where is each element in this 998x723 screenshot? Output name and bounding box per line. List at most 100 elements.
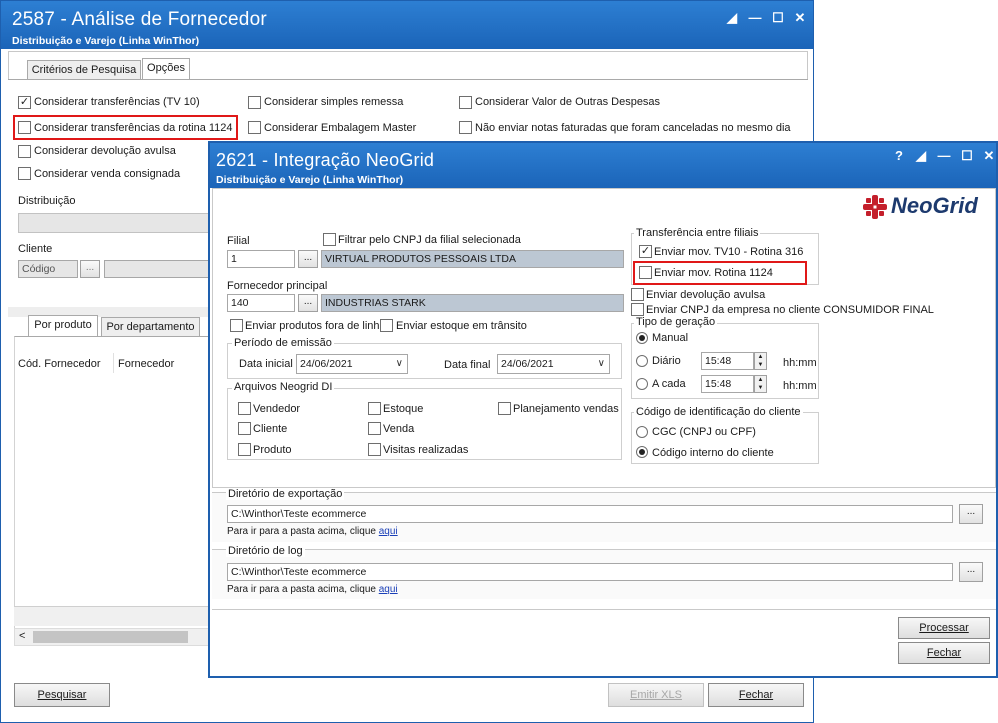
fornecedor-code-input[interactable]: 140 [227,294,295,312]
pesquisar-button[interactable]: Pesquisar [14,683,110,707]
lbl-cgc: CGC (CNPJ ou CPF) [652,426,756,438]
chk-visitas[interactable] [368,443,381,456]
arquivos-title: Arquivos Neogrid DI [232,381,335,393]
chk-filtrar-cnpj[interactable] [323,233,336,246]
window-subtitle: Distribuição e Varejo (Linha WinThor) [12,35,200,47]
chk-venda[interactable] [368,422,381,435]
chk-fora-de-linha[interactable] [230,319,243,332]
chk-enviar-cnpj[interactable] [631,303,644,316]
fechar-button[interactable]: Fechar [708,683,804,707]
dir-export-hint: Para ir para a pasta acima, clique aqui [227,526,398,537]
filial-code-input[interactable]: 1 [227,250,295,268]
time-a-cada-input[interactable]: 15:48 [701,375,754,393]
chk-outras-despesas[interactable] [459,96,472,109]
chk-simples-remessa[interactable] [248,96,261,109]
data-final-input[interactable]: 24/06/2021 ∨ [497,354,610,374]
spin-down-icon[interactable]: ▼ [755,384,766,392]
col-fornecedor[interactable]: Fornecedor [118,358,174,370]
chevron-down-icon[interactable]: ∨ [598,356,605,372]
titlebar-2621: 2621 - Integração NeoGrid Distribuição e… [210,143,996,188]
tab-opcoes[interactable]: Opções [142,58,190,79]
chk-cliente[interactable] [238,422,251,435]
lbl-filial: Filial [227,235,250,247]
chk-estoque[interactable] [368,402,381,415]
chk-estoque-transito[interactable] [380,319,393,332]
spin-down-icon[interactable]: ▼ [755,361,766,369]
highlight-enviar-1124 [633,261,807,285]
lbl-diario: Diário [652,355,681,367]
time-diario-input[interactable]: 15:48 [701,352,754,370]
chk-devolucao-avulsa[interactable] [18,145,31,158]
dir-log-browse-button[interactable]: ... [959,562,983,582]
chk-transferencias-tv10[interactable]: ✓ [18,96,31,109]
fechar-button[interactable]: Fechar [898,642,990,664]
maximize-icon[interactable]: ☐ [769,9,787,27]
tab-por-produto[interactable]: Por produto [28,315,98,336]
data-inicial-input[interactable]: 24/06/2021 ∨ [296,354,408,374]
periodo-title: Período de emissão [232,337,334,349]
scroll-left-icon[interactable]: < [19,630,25,642]
time-diario-spinner[interactable]: ▲ ▼ [754,352,767,370]
lbl-devolucao-avulsa: Considerar devolução avulsa [34,145,176,157]
lbl-cliente: Cliente [253,423,288,435]
emitir-xls-button: Emitir XLS [608,683,704,707]
filial-search-button[interactable]: ... [298,250,318,268]
chk-enviar-tv10[interactable]: ✓ [639,245,652,258]
radio-a-cada[interactable] [636,378,648,390]
restore-icon[interactable]: ◢ [723,9,741,27]
lbl-hhmm-a-cada: hh:mm [783,380,817,392]
chk-notas-canceladas[interactable] [459,121,472,134]
chk-vendedor[interactable] [238,402,251,415]
lbl-devolucao-avulsa: Enviar devolução avulsa [646,289,766,301]
close-icon[interactable]: ✕ [791,9,809,27]
cliente-codigo-field[interactable]: Código [18,260,78,278]
restore-icon[interactable]: ◢ [912,147,930,165]
radio-manual[interactable] [636,332,648,344]
lbl-embalagem-master: Considerar Embalagem Master [264,122,417,134]
neogrid-logo-icon [863,195,887,219]
lbl-a-cada: A cada [652,378,686,390]
radio-diario[interactable] [636,355,648,367]
lbl-filtrar-cnpj: Filtrar pelo CNPJ da filial selecionada [338,234,521,246]
col-cod-fornecedor[interactable]: Cód. Fornecedor [18,358,101,370]
help-icon[interactable]: ? [890,147,908,165]
fornecedor-search-button[interactable]: ... [298,294,318,312]
dir-log-input[interactable]: C:\Winthor\Teste ecommerce [227,563,953,581]
cliente-search-button[interactable]: ... [80,260,100,278]
tab-criterios[interactable]: Critérios de Pesquisa [27,60,141,79]
filial-name-field: VIRTUAL PRODUTOS PESSOAIS LTDA [321,250,624,268]
close-icon[interactable]: ✕ [980,147,998,165]
tab-por-departamento[interactable]: Por departamento [101,317,200,336]
processar-button[interactable]: Processar [898,617,990,639]
lbl-data-inicial: Data inicial [239,358,293,370]
button-bar [212,609,996,610]
spin-up-icon[interactable]: ▲ [755,353,766,361]
time-a-cada-spinner[interactable]: ▲ ▼ [754,375,767,393]
lbl-transferencias-tv10: Considerar transferências (TV 10) [34,96,200,108]
titlebar-2587: 2587 - Análise de Fornecedor Distribuiçã… [1,1,813,49]
chk-planejamento[interactable] [498,402,511,415]
lbl-outras-despesas: Considerar Valor de Outras Despesas [475,96,661,108]
window-subtitle: Distribuição e Varejo (Linha WinThor) [216,174,404,186]
lbl-vendedor: Vendedor [253,403,301,415]
dir-export-link[interactable]: aqui [379,526,398,537]
results-grid [14,336,209,636]
dir-log-link[interactable]: aqui [379,584,398,595]
maximize-icon[interactable]: ☐ [958,147,976,165]
chk-produto[interactable] [238,443,251,456]
distribuicao-field[interactable] [18,213,210,233]
spin-up-icon[interactable]: ▲ [755,376,766,384]
radio-codigo-interno[interactable] [636,446,648,458]
lbl-simples-remessa: Considerar simples remessa [264,96,404,108]
chk-devolucao-avulsa[interactable] [631,288,644,301]
radio-cgc[interactable] [636,426,648,438]
scroll-thumb[interactable] [33,631,188,643]
chk-venda-consignada[interactable] [18,167,31,180]
chk-embalagem-master[interactable] [248,121,261,134]
minimize-icon[interactable]: — [935,147,953,165]
lbl-dir-log: Diretório de log [226,545,305,557]
minimize-icon[interactable]: — [746,9,764,27]
dir-export-browse-button[interactable]: ... [959,504,983,524]
dir-export-input[interactable]: C:\Winthor\Teste ecommerce [227,505,953,523]
chevron-down-icon[interactable]: ∨ [396,356,403,372]
